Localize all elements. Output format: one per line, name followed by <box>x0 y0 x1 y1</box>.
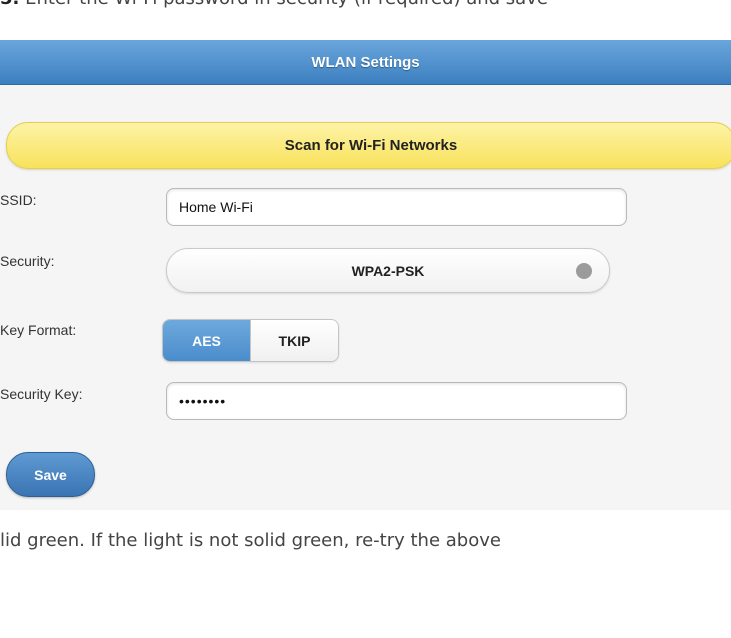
key-format-label: Key Format: <box>0 322 77 338</box>
dropdown-indicator-icon <box>576 263 592 279</box>
security-key-input[interactable]: •••••••• <box>166 382 627 420</box>
save-button[interactable]: Save <box>6 452 95 497</box>
key-format-tkip-button[interactable]: TKIP <box>250 320 338 361</box>
panel-title: WLAN Settings <box>0 40 731 85</box>
security-label: Security: <box>0 253 55 269</box>
ssid-label: SSID: <box>0 192 37 208</box>
security-key-label: Security Key: <box>0 386 83 402</box>
scan-networks-button[interactable]: Scan for Wi-Fi Networks <box>6 122 731 169</box>
key-format-aes-button[interactable]: AES <box>163 320 250 361</box>
step-number: 5. <box>0 0 19 9</box>
instruction-step: 5. Enter the Wi-Fi password in security … <box>0 0 731 9</box>
instruction-followup: lid green. If the light is not solid gre… <box>0 530 501 551</box>
key-format-toggle: AES TKIP <box>162 319 339 362</box>
ssid-input[interactable]: Home Wi-Fi <box>166 188 627 226</box>
security-select[interactable]: WPA2-PSK <box>166 248 610 293</box>
wlan-settings-panel: WLAN Settings Scan for Wi-Fi Networks SS… <box>0 40 731 510</box>
step-text: Enter the Wi-Fi password in security (if… <box>25 0 548 9</box>
security-select-value: WPA2-PSK <box>351 262 425 279</box>
